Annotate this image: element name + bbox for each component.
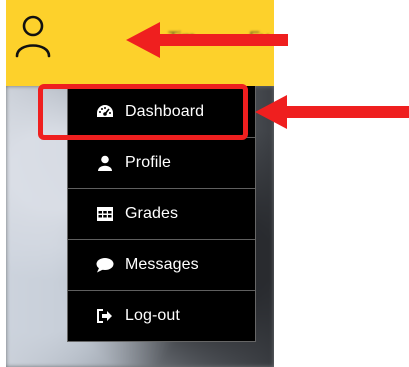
menu-item-messages[interactable]: Messages (68, 239, 255, 290)
menu-item-grades[interactable]: Grades (68, 188, 255, 239)
dashboard-highlight-box (38, 84, 248, 140)
arrow-to-dashboard-icon (255, 95, 409, 129)
arrow-to-user-name-icon (126, 22, 288, 58)
menu-item-label: Messages (125, 256, 199, 273)
table-icon (96, 205, 114, 223)
user-icon (96, 154, 114, 172)
menu-item-label: Grades (125, 205, 179, 222)
user-avatar-icon[interactable] (14, 12, 52, 60)
menu-item-label: Profile (125, 154, 172, 171)
menu-item-label: Log-out (125, 307, 180, 324)
comment-icon (96, 256, 114, 274)
menu-item-logout[interactable]: Log-out (68, 290, 255, 341)
sign-out-icon (96, 307, 114, 325)
menu-item-profile[interactable]: Profile (68, 137, 255, 188)
